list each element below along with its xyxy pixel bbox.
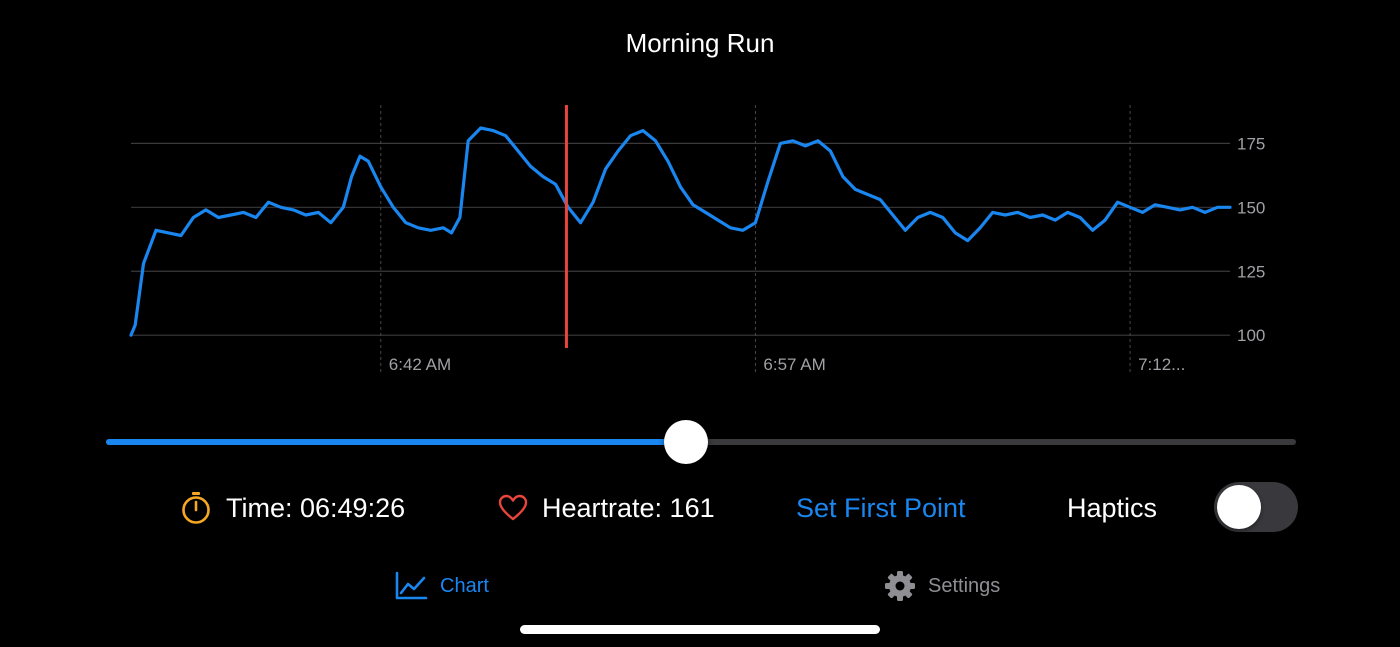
- slider-fill: [106, 439, 686, 445]
- tab-settings-label: Settings: [928, 574, 1001, 597]
- heartrate-label: Heartrate: 161: [542, 492, 715, 523]
- set-first-point-button[interactable]: Set First Point: [796, 486, 966, 530]
- chart-series: [129, 126, 1232, 337]
- y-tick-label: 150: [1237, 198, 1265, 217]
- x-tick-label: 6:57 AM: [763, 355, 825, 374]
- toggle-knob[interactable]: [1217, 485, 1261, 529]
- heartrate-readout: Heartrate: 161: [498, 486, 715, 530]
- time-readout: Time: 06:49:26: [180, 486, 405, 530]
- x-tick-label: 7:12...: [1138, 355, 1185, 374]
- tab-chart-label: Chart: [440, 574, 489, 597]
- stopwatch-icon: [182, 492, 210, 524]
- heartrate-line: [129, 126, 1232, 337]
- y-axis-ticks: 100 125 150 175: [1237, 134, 1265, 345]
- slider-thumb[interactable]: [663, 420, 708, 464]
- chart-grid: [131, 105, 1230, 375]
- haptics-label: Haptics: [1067, 493, 1158, 523]
- home-indicator: [520, 625, 880, 634]
- x-axis-ticks: 6:42 AM 6:57 AM 7:12...: [389, 355, 1186, 374]
- haptics-toggle[interactable]: [1214, 482, 1298, 532]
- tab-settings[interactable]: Settings: [884, 568, 1000, 604]
- x-tick-label: 6:42 AM: [389, 355, 451, 374]
- time-label: Time: 06:49:26: [226, 492, 406, 523]
- y-tick-label: 175: [1237, 134, 1265, 153]
- line-chart-icon: [395, 571, 428, 600]
- info-row: Time: 06:49:26 Heartrate: 161 Set First …: [0, 482, 1400, 532]
- app-screen: Morning Run 100 125 150 175 6:42 AM 6:57 AM 7…: [0, 0, 1400, 647]
- y-tick-label: 125: [1237, 262, 1265, 281]
- heartrate-chart[interactable]: 100 125 150 175 6:42 AM 6:57 AM 7:12...: [0, 0, 1400, 400]
- heart-icon: [498, 494, 528, 521]
- time-slider[interactable]: [106, 420, 1296, 464]
- gear-icon: [885, 571, 915, 601]
- y-tick-label: 100: [1237, 326, 1265, 345]
- tab-chart[interactable]: Chart: [394, 568, 489, 604]
